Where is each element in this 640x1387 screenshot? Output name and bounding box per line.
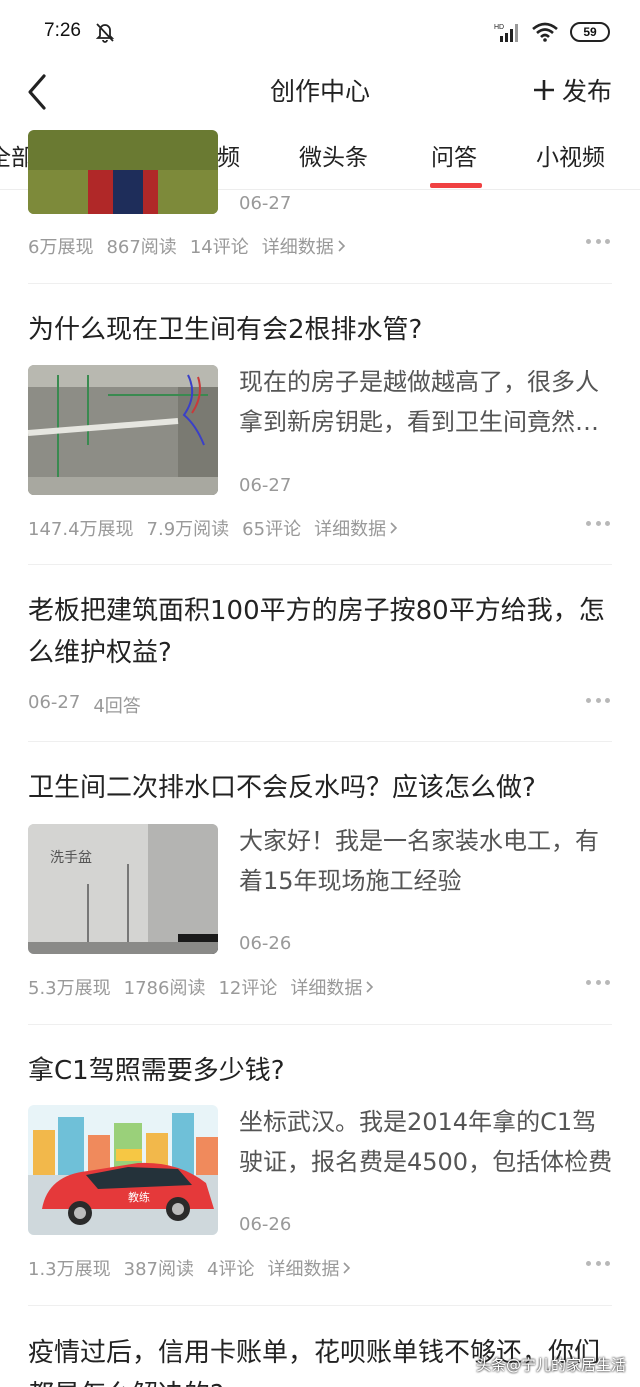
publish-label: 发布	[561, 77, 612, 106]
more-options-icon[interactable]	[586, 1261, 610, 1269]
detail-data-link[interactable]: 详细数据	[314, 515, 398, 541]
item-stats: 1.3万展现 387阅读 4评论 详细数据	[28, 1255, 351, 1281]
item-stats: 5.3万展现 1786阅读 12评论 详细数据	[28, 974, 374, 1000]
impressions: 5.3万展现	[28, 978, 111, 999]
divider	[28, 741, 612, 742]
publish-button[interactable]: 发布	[532, 70, 612, 110]
chevron-left-icon[interactable]	[24, 70, 54, 114]
divider	[28, 283, 612, 284]
comments: 12评论	[218, 978, 278, 999]
item-meta: 06-27 4回答	[28, 692, 141, 718]
item-date: 06-27	[28, 692, 81, 713]
nav-bar: 创作中心 发布	[0, 64, 640, 122]
more-options-icon[interactable]	[586, 239, 610, 247]
plus-icon	[533, 80, 554, 100]
divider	[28, 1024, 612, 1025]
car-door-text: 教练	[128, 1190, 150, 1204]
status-time: 7:26	[44, 20, 81, 41]
chevron-right-icon	[366, 981, 374, 993]
reads: 7.9万阅读	[146, 519, 230, 540]
item-thumbnail[interactable]	[28, 130, 218, 214]
reads: 387阅读	[123, 1259, 194, 1280]
battery-level: 59	[583, 25, 597, 39]
question-title[interactable]: 为什么现在卫生间有会2根排水管?	[28, 309, 618, 351]
tab-qa[interactable]: 问答	[431, 138, 477, 172]
item-thumbnail[interactable]	[28, 365, 218, 495]
divider	[28, 1305, 612, 1306]
answer-snippet[interactable]: 坐标武汉。我是2014年拿的C1驾驶证，报名费是4500，包括体检费	[239, 1102, 617, 1182]
question-title[interactable]: 卫生间二次排水口不会反水吗？应该怎么做?	[28, 767, 618, 809]
divider	[28, 564, 612, 565]
active-tab-indicator	[430, 183, 482, 188]
more-options-icon[interactable]	[586, 980, 610, 988]
detail-data-link[interactable]: 详细数据	[262, 233, 346, 259]
item-thumbnail[interactable]: 教练	[28, 1105, 218, 1235]
watermark: 头条@宁儿的家居生活	[475, 1356, 626, 1374]
comments: 65评论	[242, 519, 302, 540]
chevron-right-icon	[390, 522, 398, 534]
tab-micro-posts[interactable]: 微头条	[299, 138, 368, 172]
impressions: 6万展现	[28, 237, 94, 258]
question-title[interactable]: 老板把建筑面积100平方的房子按80平方给我，怎么维护权益?	[28, 590, 618, 674]
question-title[interactable]: 拿C1驾照需要多少钱?	[28, 1050, 618, 1092]
answer-snippet[interactable]: 现在的房子是越做越高了，很多人拿到新房钥匙，看到卫生间竟然有两根排水管	[239, 362, 617, 442]
item-date: 06-27	[239, 193, 292, 214]
answer-snippet[interactable]: 大家好！我是一名家装水电工，有着15年现场施工经验	[239, 821, 617, 901]
more-options-icon[interactable]	[586, 521, 610, 529]
chevron-right-icon	[338, 240, 345, 252]
tab-short-videos[interactable]: 小视频	[536, 138, 605, 172]
bell-off-icon	[95, 23, 115, 43]
comments: 4评论	[207, 1259, 255, 1280]
item-stats: 6万展现 867阅读 14评论 详细数据	[28, 233, 346, 259]
item-stats: 147.4万展现 7.9万阅读 65评论 详细数据	[28, 515, 398, 541]
comments: 14评论	[189, 237, 249, 258]
reads: 867阅读	[106, 237, 177, 258]
status-bar: 7:26 HD 59	[0, 0, 640, 64]
wifi-icon	[532, 22, 558, 42]
reads: 1786阅读	[123, 978, 206, 999]
battery-icon: 59	[570, 22, 610, 42]
chevron-right-icon	[343, 1262, 351, 1274]
detail-data-link[interactable]: 详细数据	[290, 974, 374, 1000]
more-options-icon[interactable]	[586, 698, 610, 706]
wall-marking-text: 洗手盆	[50, 850, 92, 866]
hd-signal-icon: HD	[494, 24, 518, 42]
answer-count: 4回答	[93, 696, 141, 717]
detail-data-link[interactable]: 详细数据	[267, 1255, 351, 1281]
impressions: 1.3万展现	[28, 1259, 111, 1280]
item-date: 06-26	[239, 933, 292, 954]
item-date: 06-27	[239, 475, 292, 496]
item-date: 06-26	[239, 1214, 292, 1235]
item-thumbnail[interactable]: 洗手盆	[28, 824, 218, 954]
svg-text:HD: HD	[494, 24, 504, 31]
impressions: 147.4万展现	[28, 519, 134, 540]
